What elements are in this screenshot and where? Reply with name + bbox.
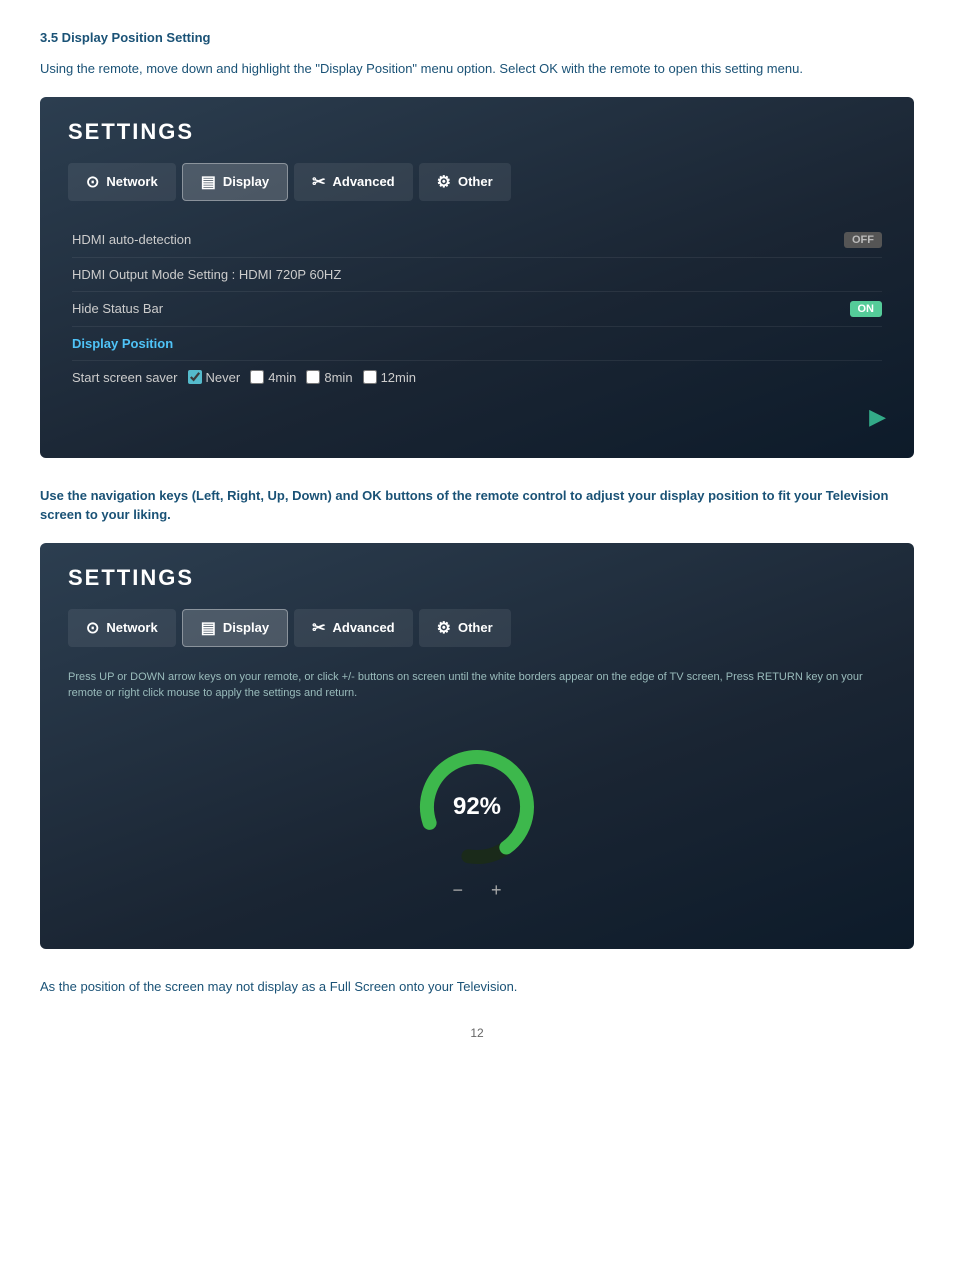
settings-panel-1: SETTINGS ⊙ Network ▤ Display ✂ Advanced … (40, 97, 914, 458)
section-heading: 3.5 Display Position Setting (40, 30, 914, 45)
arrow-right-icon: ▶ (869, 404, 886, 430)
setting-row-hide-status: Hide Status Bar ON (72, 292, 882, 327)
tab-display-label-2: Display (223, 620, 269, 635)
screen-saver-row: Start screen saver Never 4min 8min 12min (72, 370, 416, 385)
advanced-icon-2: ✂ (312, 618, 325, 638)
gauge-container: 92% − + (68, 712, 886, 921)
tab-advanced-1[interactable]: ✂ Advanced (294, 163, 413, 201)
settings-title-1: SETTINGS (68, 119, 886, 145)
gauge-plus-button[interactable]: + (491, 880, 502, 901)
checkbox-12min-input[interactable] (363, 370, 377, 384)
gauge-value: 92% (453, 793, 501, 821)
settings-panel-2: SETTINGS ⊙ Network ▤ Display ✂ Advanced … (40, 543, 914, 949)
display-icon-2: ▤ (201, 618, 216, 638)
gauge-dial: 92% (412, 742, 542, 872)
checkbox-8min-label: 8min (324, 370, 352, 385)
tab-network-label-1: Network (106, 174, 157, 189)
other-icon-1: ⚙ (437, 172, 451, 192)
arrow-icon-1: ▶ (68, 404, 886, 430)
hide-status-toggle[interactable]: ON (850, 301, 883, 317)
tab-network-label-2: Network (106, 620, 157, 635)
intro-paragraph: Using the remote, move down and highligh… (40, 59, 914, 79)
checkbox-8min-input[interactable] (306, 370, 320, 384)
checkbox-4min-label: 4min (268, 370, 296, 385)
advanced-icon-1: ✂ (312, 172, 325, 192)
page-number: 12 (40, 1026, 914, 1040)
checkbox-4min-input[interactable] (250, 370, 264, 384)
tab-other-label-2: Other (458, 620, 493, 635)
display-icon-1: ▤ (201, 172, 216, 192)
other-icon-2: ⚙ (437, 618, 451, 638)
setting-row-hdmi-auto: HDMI auto-detection OFF (72, 223, 882, 258)
setting-row-hdmi-mode: HDMI Output Mode Setting : HDMI 720P 60H… (72, 258, 882, 292)
checkbox-12min-label: 12min (381, 370, 416, 385)
checkbox-never-label: Never (206, 370, 241, 385)
display-pos-label: Display Position (72, 336, 173, 351)
screen-saver-label: Start screen saver (72, 370, 178, 385)
tab-bar-2: ⊙ Network ▤ Display ✂ Advanced ⚙ Other (68, 609, 886, 647)
network-icon-2: ⊙ (86, 618, 99, 638)
setting-row-screen-saver: Start screen saver Never 4min 8min 12min (72, 361, 882, 394)
instruction-paragraph: Use the navigation keys (Left, Right, Up… (40, 486, 914, 525)
setting-row-display-pos: Display Position (72, 327, 882, 361)
tab-network-2[interactable]: ⊙ Network (68, 609, 176, 647)
panel2-info-text: Press UP or DOWN arrow keys on your remo… (68, 669, 886, 702)
tab-network-1[interactable]: ⊙ Network (68, 163, 176, 201)
network-icon-1: ⊙ (86, 172, 99, 192)
tab-display-1[interactable]: ▤ Display (182, 163, 288, 201)
hdmi-auto-toggle[interactable]: OFF (844, 232, 882, 248)
hdmi-auto-label: HDMI auto-detection (72, 232, 191, 247)
gauge-controls: − + (412, 880, 542, 901)
checkbox-never-input[interactable] (188, 370, 202, 384)
checkbox-never[interactable]: Never (188, 370, 241, 385)
tab-other-1[interactable]: ⚙ Other (419, 163, 511, 201)
settings-content-1: HDMI auto-detection OFF HDMI Output Mode… (68, 223, 886, 394)
checkbox-4min[interactable]: 4min (250, 370, 296, 385)
closing-paragraph: As the position of the screen may not di… (40, 977, 914, 997)
settings-title-2: SETTINGS (68, 565, 886, 591)
hdmi-mode-label: HDMI Output Mode Setting : HDMI 720P 60H… (72, 267, 341, 282)
tab-advanced-2[interactable]: ✂ Advanced (294, 609, 413, 647)
checkbox-8min[interactable]: 8min (306, 370, 352, 385)
checkbox-12min[interactable]: 12min (363, 370, 416, 385)
tab-display-label-1: Display (223, 174, 269, 189)
tab-advanced-label-2: Advanced (332, 620, 394, 635)
tab-other-2[interactable]: ⚙ Other (419, 609, 511, 647)
tab-bar-1: ⊙ Network ▤ Display ✂ Advanced ⚙ Other (68, 163, 886, 201)
hide-status-label: Hide Status Bar (72, 301, 163, 316)
tab-display-2[interactable]: ▤ Display (182, 609, 288, 647)
tab-advanced-label-1: Advanced (332, 174, 394, 189)
tab-other-label-1: Other (458, 174, 493, 189)
